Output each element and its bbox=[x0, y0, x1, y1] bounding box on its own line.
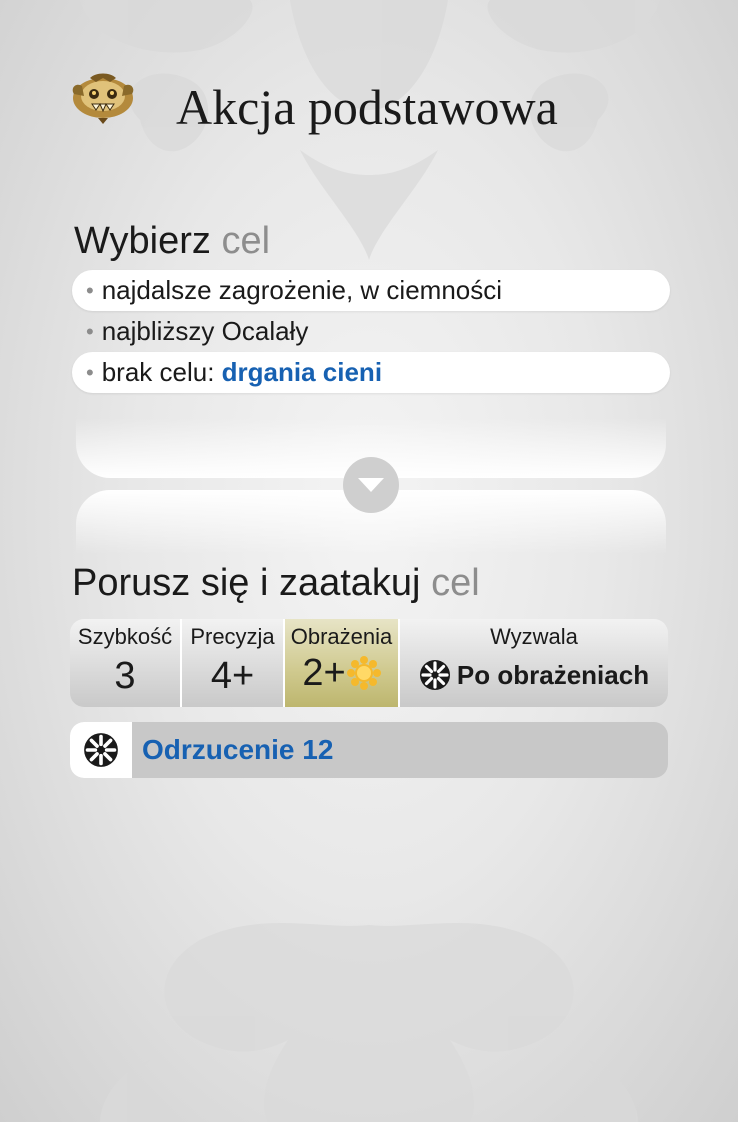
stat-label: Szybkość bbox=[77, 624, 173, 649]
bullet: • bbox=[86, 277, 94, 303]
stat-accuracy: Precyzja 4+ bbox=[182, 619, 285, 707]
stat-label: Precyzja bbox=[190, 624, 275, 649]
stat-value: 4+ bbox=[210, 655, 255, 697]
monster-icon bbox=[72, 73, 134, 124]
impact-icon bbox=[419, 660, 450, 690]
bullet: • bbox=[86, 318, 94, 344]
target-option-text: brak celu: bbox=[101, 357, 222, 387]
page-title: Akcja podstawowa bbox=[176, 79, 558, 135]
stat-value: 2+ bbox=[302, 651, 346, 694]
ability-icon-box bbox=[70, 722, 132, 778]
trigger-text: Po obrażeniach bbox=[456, 659, 650, 690]
trigger-value: Po obrażeniach bbox=[400, 659, 668, 691]
chevron-down-icon bbox=[358, 478, 384, 492]
target-heading-text: Wybierz bbox=[74, 220, 211, 262]
stat-label: Obrażenia bbox=[290, 624, 393, 649]
stat-trigger: Wyzwala Po obrażeniach bbox=[400, 619, 668, 707]
target-option-text: najbliższy Ocalały bbox=[101, 316, 309, 346]
next-step-arrow[interactable] bbox=[343, 457, 399, 513]
target-option-1[interactable]: • najdalsze zagrożenie, w ciemności bbox=[72, 270, 670, 311]
stat-damage: Obrażenia 2+ bbox=[285, 619, 400, 707]
sun-icon bbox=[346, 656, 381, 690]
target-option-3[interactable]: • brak celu: drgania cieni bbox=[72, 352, 670, 393]
stat-value: 3 bbox=[114, 655, 136, 697]
action-heading-muted: cel bbox=[431, 562, 480, 604]
target-option-text: najdalsze zagrożenie, w ciemności bbox=[101, 275, 503, 305]
stat-label: Wyzwala bbox=[490, 624, 578, 649]
impact-icon bbox=[84, 733, 118, 767]
target-list: • najdalsze zagrożenie, w ciemności • na… bbox=[72, 270, 670, 393]
stat-value-wrap: 2+ bbox=[285, 651, 398, 695]
background-ornament bbox=[80, 0, 660, 1122]
target-section-heading: Wybierz cel bbox=[74, 220, 270, 263]
target-option-2[interactable]: • najbliższy Ocalały bbox=[72, 311, 670, 352]
stat-speed: Szybkość 3 bbox=[70, 619, 182, 707]
attack-stats: Szybkość 3 Precyzja 4+ Obrażenia 2+ Wyzw… bbox=[70, 619, 668, 707]
target-option-highlight: drgania cieni bbox=[221, 357, 383, 387]
target-heading-muted: cel bbox=[221, 220, 271, 262]
ability-row: Odrzucenie 12 bbox=[70, 722, 668, 778]
card-header: Akcja podstawowa bbox=[70, 68, 670, 168]
action-heading-text: Porusz się i zaatakuj bbox=[72, 562, 421, 604]
ability-text: Odrzucenie 12 bbox=[142, 734, 334, 765]
action-section-heading: Porusz się i zaatakuj cel bbox=[72, 562, 480, 605]
bullet: • bbox=[86, 359, 94, 385]
